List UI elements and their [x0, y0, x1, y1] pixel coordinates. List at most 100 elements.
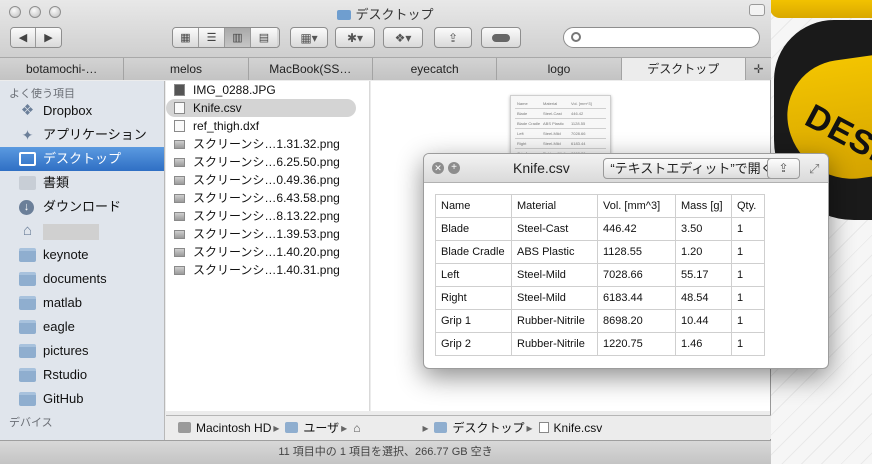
tab-eyecatch[interactable]: eyecatch: [372, 58, 498, 80]
icon-view-button[interactable]: ▦: [173, 28, 199, 47]
sidebar-item-desktop[interactable]: デスクトップ: [0, 147, 164, 171]
file-item[interactable]: スクリーンシ…1.40.31.png: [166, 261, 369, 279]
sidebar-item-label: matlab: [43, 295, 83, 310]
thumbnail-text: Steel-Mild: [543, 141, 561, 146]
list-view-icon: ☰: [206, 32, 217, 44]
file-item-selected[interactable]: Knife.csv: [166, 99, 356, 117]
file-item[interactable]: IMG_0288.JPG: [166, 81, 369, 99]
gear-icon: ✱▾: [346, 30, 364, 45]
sidebar-item-rstudio[interactable]: Rstudio: [0, 363, 164, 387]
screenshot-file-icon: [174, 158, 185, 167]
tab-melos[interactable]: melos: [124, 58, 249, 80]
back-button[interactable]: ◀: [11, 28, 37, 47]
file-name: ref_thigh.dxf: [193, 119, 260, 133]
folder-icon: [19, 392, 36, 406]
file-item[interactable]: スクリーンシ…1.40.20.png: [166, 243, 369, 261]
title-bar[interactable]: デスクトップ ◀ ▶ ▦ ☰ ▥ ▤ ▦▾ ✱▾ ❖▾ ⇪: [0, 0, 771, 58]
search-field[interactable]: [563, 27, 760, 48]
sidebar-item-keynote[interactable]: keynote: [0, 243, 164, 267]
sidebar-favorites-header: よく使う項目: [9, 88, 75, 100]
file-item[interactable]: スクリーンシ…1.31.32.png: [166, 135, 369, 153]
documents-icon: [19, 176, 36, 190]
table-row: Blade Cradle ABS Plastic 1128.55 1.20 1: [435, 240, 765, 264]
share-button[interactable]: ⇪: [434, 27, 472, 48]
arrange-button[interactable]: ▦▾: [290, 27, 328, 48]
file-name: スクリーンシ…1.40.31.png: [193, 263, 340, 277]
column-header: Mass [g]: [675, 194, 732, 218]
desktop-icon: [19, 152, 36, 166]
tab-logo[interactable]: logo: [497, 58, 622, 80]
sidebar-item-label-redacted: [43, 223, 99, 240]
tab-botamochi[interactable]: botamochi-…: [0, 58, 125, 80]
tab-macbook[interactable]: MacBook(SS…: [248, 58, 373, 80]
dropbox-icon: ❖▾: [394, 30, 412, 45]
close-icon[interactable]: ✕: [432, 162, 444, 174]
file-column: IMG_0288.JPG Knife.csv ref_thigh.dxf スクリ…: [166, 81, 370, 411]
path-item-desktop[interactable]: デスクトップ: [452, 419, 524, 436]
table-cell: Steel-Cast: [511, 217, 598, 241]
table-cell: Left: [435, 263, 512, 287]
csv-table: Name Material Vol. [mm^3] Mass [g] Qty. …: [435, 194, 765, 356]
file-item[interactable]: スクリーンシ…0.49.36.png: [166, 171, 369, 189]
table-cell: Blade: [435, 217, 512, 241]
path-item-file[interactable]: Knife.csv: [554, 421, 603, 435]
path-item-macintosh-hd[interactable]: Macintosh HD: [196, 421, 271, 435]
new-tab-button[interactable]: ✛: [745, 58, 771, 80]
table-cell: 1.46: [675, 332, 732, 356]
table-cell: 1: [731, 263, 765, 287]
sidebar-item-downloads[interactable]: ↓ ダウンロード: [0, 195, 164, 219]
sidebar-item-dropbox[interactable]: ❖ Dropbox: [0, 99, 164, 123]
downloads-icon: ↓: [19, 200, 34, 215]
file-name: スクリーンシ…0.49.36.png: [193, 173, 340, 187]
forward-button[interactable]: ▶: [36, 28, 61, 47]
file-item[interactable]: スクリーンシ…8.13.22.png: [166, 207, 369, 225]
coverflow-view-button[interactable]: ▤: [251, 28, 277, 47]
table-cell: 1: [731, 217, 765, 241]
dropbox-button[interactable]: ❖▾: [383, 27, 423, 48]
file-item[interactable]: スクリーンシ…6.25.50.png: [166, 153, 369, 171]
sidebar-item-label: Rstudio: [43, 367, 88, 382]
expand-icon[interactable]: ⤢: [809, 161, 819, 177]
path-item-users[interactable]: ユーザ: [303, 419, 339, 436]
path-item-home-redacted[interactable]: [364, 420, 421, 435]
file-name: Knife.csv: [193, 101, 242, 115]
table-cell: 8698.20: [597, 309, 676, 333]
file-item[interactable]: スクリーンシ…6.43.58.png: [166, 189, 369, 207]
toolbar-toggle-button[interactable]: [749, 4, 765, 16]
fullscreen-icon[interactable]: +: [448, 162, 460, 174]
desktop-graphic-top: [770, 0, 872, 18]
sidebar-item-eagle[interactable]: eagle: [0, 315, 164, 339]
action-button[interactable]: ✱▾: [335, 27, 375, 48]
share-button[interactable]: ⇪: [767, 158, 800, 179]
sidebar-item-pictures[interactable]: pictures: [0, 339, 164, 363]
column-view-button[interactable]: ▥: [225, 28, 251, 47]
table-cell: 1.20: [675, 240, 732, 264]
sidebar-item-matlab[interactable]: matlab: [0, 291, 164, 315]
sidebar-item-home[interactable]: ⌂: [0, 219, 164, 243]
view-mode-control[interactable]: ▦ ☰ ▥ ▤: [172, 27, 280, 48]
sidebar-item-applications[interactable]: ✦ アプリケーション: [0, 123, 164, 147]
screenshot-file-icon: [174, 266, 185, 275]
table-cell: 1220.75: [597, 332, 676, 356]
search-icon: [571, 32, 581, 42]
tag-button[interactable]: [481, 27, 521, 48]
table-cell: 1: [731, 240, 765, 264]
file-item[interactable]: スクリーンシ…1.39.53.png: [166, 225, 369, 243]
thumbnail-text: Left: [517, 131, 524, 136]
thumbnail-text: ABS Plastic: [543, 121, 564, 126]
open-with-textedit-button[interactable]: “テキストエディット”で開く: [603, 158, 781, 179]
chevron-right-icon: ▸: [341, 420, 348, 435]
window-title: デスクトップ: [355, 7, 434, 22]
list-view-button[interactable]: ☰: [199, 28, 225, 47]
sidebar-item-github[interactable]: GitHub: [0, 387, 164, 411]
quicklook-titlebar[interactable]: ✕ + Knife.csv “テキストエディット”で開く ⇪ ⤢: [424, 154, 828, 183]
back-forward-control[interactable]: ◀ ▶: [10, 27, 62, 48]
thumbnail-text: Steel-Cast: [543, 111, 562, 116]
table-cell: 1: [731, 286, 765, 310]
home-icon: ⌂: [353, 420, 361, 435]
file-item[interactable]: ref_thigh.dxf: [166, 117, 369, 135]
sidebar-item-documents-folder[interactable]: documents: [0, 267, 164, 291]
document-file-icon: [174, 120, 185, 132]
sidebar-item-documents[interactable]: 書類: [0, 171, 164, 195]
tab-desktop[interactable]: デスクトップ: [621, 58, 746, 80]
